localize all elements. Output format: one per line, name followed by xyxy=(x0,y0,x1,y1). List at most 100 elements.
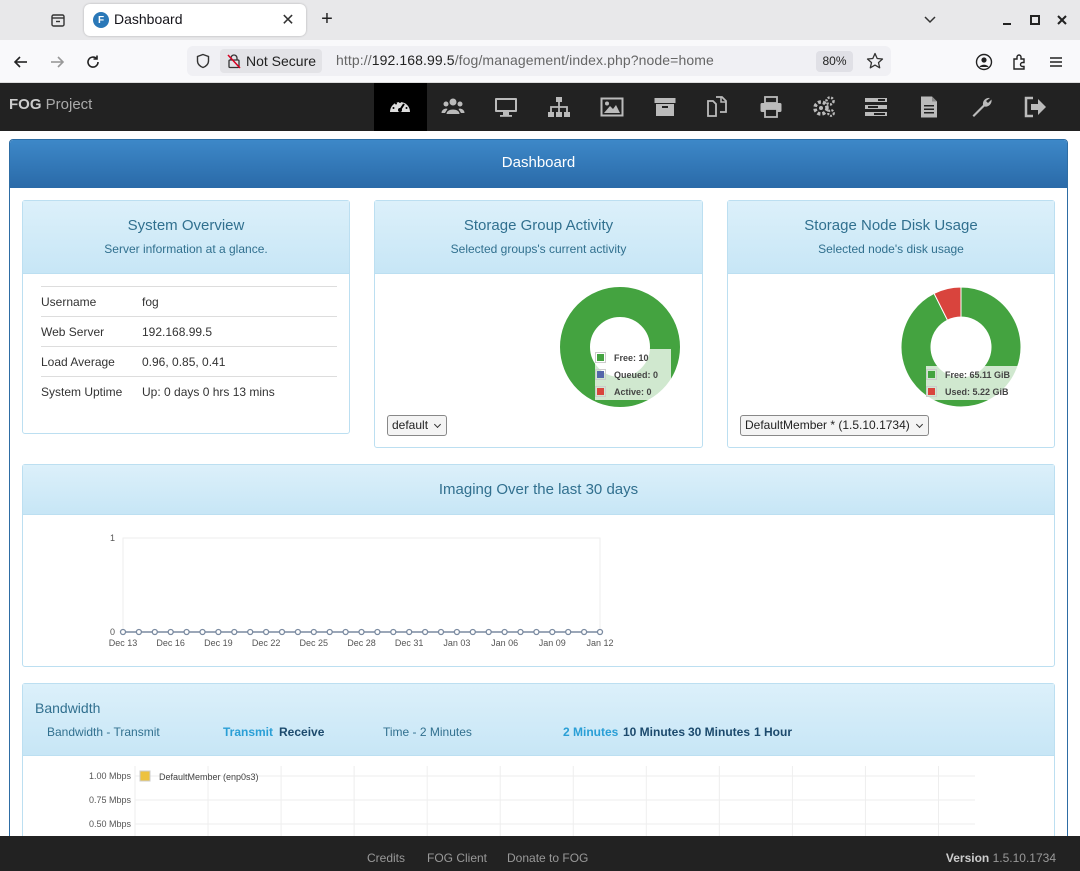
legend-swatch xyxy=(926,386,937,397)
system-overview-title: System Overview xyxy=(127,217,245,234)
reload-icon[interactable] xyxy=(80,49,106,75)
menu-tasks[interactable] xyxy=(850,83,903,131)
legend-label: Active: 0 xyxy=(614,386,652,397)
menu-groups[interactable] xyxy=(533,83,586,131)
row-value: 192.168.99.5 xyxy=(142,316,337,347)
legend-label: Queued: 0 xyxy=(614,369,659,380)
x-tick-label: Dec 31 xyxy=(395,638,424,648)
data-point xyxy=(262,628,270,636)
data-point xyxy=(294,628,302,636)
forward-icon[interactable] xyxy=(44,49,70,75)
zoom-level-button[interactable]: 80% xyxy=(816,51,853,72)
footer-version: Version 1.5.10.1734 xyxy=(946,851,1056,865)
legend-label: Free: 10 xyxy=(614,352,649,363)
row-value: fog xyxy=(142,286,337,317)
legend-item: Used: 5.22 GiB xyxy=(926,383,1020,400)
transmit-link[interactable]: Transmit xyxy=(223,725,273,739)
url-bar[interactable]: Not Secure http://192.168.99.5/fog/manag… xyxy=(187,46,891,76)
legend-label: Free: 65.11 GiB xyxy=(945,369,1011,380)
footer-credits-link[interactable]: Credits xyxy=(367,851,405,865)
storage-group-legend: Free: 10 Queued: 0 Active: 0 xyxy=(595,349,671,400)
x-tick-label: Dec 19 xyxy=(204,638,233,648)
data-point xyxy=(501,628,508,636)
storage-group-header: Storage Group Activity Selected groups's… xyxy=(375,201,702,274)
browser-tab-dashboard[interactable]: F Dashboard ✕ xyxy=(84,4,306,36)
url-text[interactable]: http://192.168.99.5/fog/management/index… xyxy=(336,52,714,68)
menu-dashboard[interactable] xyxy=(374,83,427,131)
menu-storage[interactable] xyxy=(638,83,691,131)
storage-group-select[interactable]: default xyxy=(387,415,448,436)
x-tick-label: Dec 22 xyxy=(252,638,281,648)
tab-list-icon[interactable] xyxy=(46,8,70,32)
swatch-fill xyxy=(597,354,604,361)
data-point xyxy=(533,628,540,636)
footer-fog-client-link[interactable]: FOG Client xyxy=(427,851,487,865)
footer: Credits FOG Client Donate to FOG Version… xyxy=(0,836,1080,871)
bookmark-star-icon[interactable] xyxy=(866,52,884,70)
menu-snapins[interactable] xyxy=(691,83,744,131)
chevron-down-icon[interactable] xyxy=(918,8,942,32)
close-window-icon[interactable] xyxy=(1050,8,1074,32)
back-icon[interactable] xyxy=(8,49,34,75)
select-value: default xyxy=(392,418,429,432)
maximize-icon[interactable] xyxy=(1023,8,1047,32)
url-host: 192.168.99.5 xyxy=(371,52,455,68)
browser-tab-bar: F Dashboard ✕ + xyxy=(0,0,1080,40)
bandwidth-title: Bandwidth xyxy=(35,700,101,716)
hosts-icon xyxy=(495,98,518,117)
time-2-minutes-link[interactable]: 2 Minutes xyxy=(563,725,618,739)
new-tab-icon[interactable]: + xyxy=(316,8,338,30)
menu-reports[interactable] xyxy=(903,83,956,131)
bandwidth-transmit-label: Bandwidth - Transmit xyxy=(47,725,160,739)
legend-swatch xyxy=(595,369,606,380)
system-overview-subtitle: Server information at a glance. xyxy=(104,242,268,256)
legend-item: Active: 0 xyxy=(595,383,671,400)
fog-favicon-icon: F xyxy=(93,12,109,28)
account-icon[interactable] xyxy=(971,49,997,75)
legend-item: Queued: 0 xyxy=(595,366,671,383)
bandwidth-header: Bandwidth Bandwidth - Transmit Transmit … xyxy=(23,684,1054,756)
imaging-title: Imaging Over the last 30 days xyxy=(438,481,639,498)
data-point xyxy=(167,628,174,636)
table-row: Username fog xyxy=(41,286,337,317)
menu-printers[interactable] xyxy=(744,83,797,131)
fog-main-menu xyxy=(374,83,1062,131)
not-secure-badge[interactable]: Not Secure xyxy=(220,49,323,73)
fog-top-nav: FOG Project xyxy=(0,83,1080,131)
version-number: 1.5.10.1734 xyxy=(992,851,1056,865)
legend-label: DefaultMember (enp0s3) xyxy=(159,772,259,782)
storage-node-select[interactable]: DefaultMember * (1.5.10.1734) xyxy=(740,415,929,436)
time-10-minutes-link[interactable]: 10 Minutes xyxy=(623,725,685,739)
data-point xyxy=(406,628,413,636)
time-30-minutes-link[interactable]: 30 Minutes xyxy=(688,725,750,739)
url-path: /fog/management/index.php?node=home xyxy=(454,52,714,68)
data-point xyxy=(517,628,524,636)
legend-swatch xyxy=(595,386,606,397)
menu-hosts[interactable] xyxy=(480,83,533,131)
app-menu-icon[interactable] xyxy=(1043,49,1069,75)
menu-settings[interactable] xyxy=(956,83,1009,131)
menu-logout[interactable] xyxy=(1009,83,1062,131)
time-1-hour-link[interactable]: 1 Hour xyxy=(754,725,792,739)
menu-users[interactable] xyxy=(427,83,480,131)
storage-node-legend: Free: 65.11 GiB Used: 5.22 GiB xyxy=(926,366,1020,400)
printers-icon xyxy=(760,96,782,118)
footer-donate-link[interactable]: Donate to FOG xyxy=(507,851,588,865)
menu-images[interactable] xyxy=(586,83,639,131)
legend-swatch xyxy=(926,369,937,380)
fog-brand[interactable]: FOG Project xyxy=(9,96,92,113)
receive-link[interactable]: Receive xyxy=(279,725,324,739)
swatch-fill xyxy=(597,371,604,378)
data-point xyxy=(469,628,476,636)
y-tick-label: 0.75 Mbps xyxy=(89,795,132,805)
minimize-icon[interactable] xyxy=(995,8,1019,32)
tab-title: Dashboard xyxy=(114,11,183,27)
menu-service[interactable] xyxy=(797,83,850,131)
close-tab-icon[interactable]: ✕ xyxy=(278,10,298,30)
brand-bold: FOG xyxy=(9,96,42,113)
data-point xyxy=(453,628,461,636)
shield-icon[interactable] xyxy=(195,53,211,69)
y-tick-label: 1.00 Mbps xyxy=(89,771,132,781)
insecure-lock-icon xyxy=(227,54,241,69)
extensions-icon[interactable] xyxy=(1007,49,1033,75)
